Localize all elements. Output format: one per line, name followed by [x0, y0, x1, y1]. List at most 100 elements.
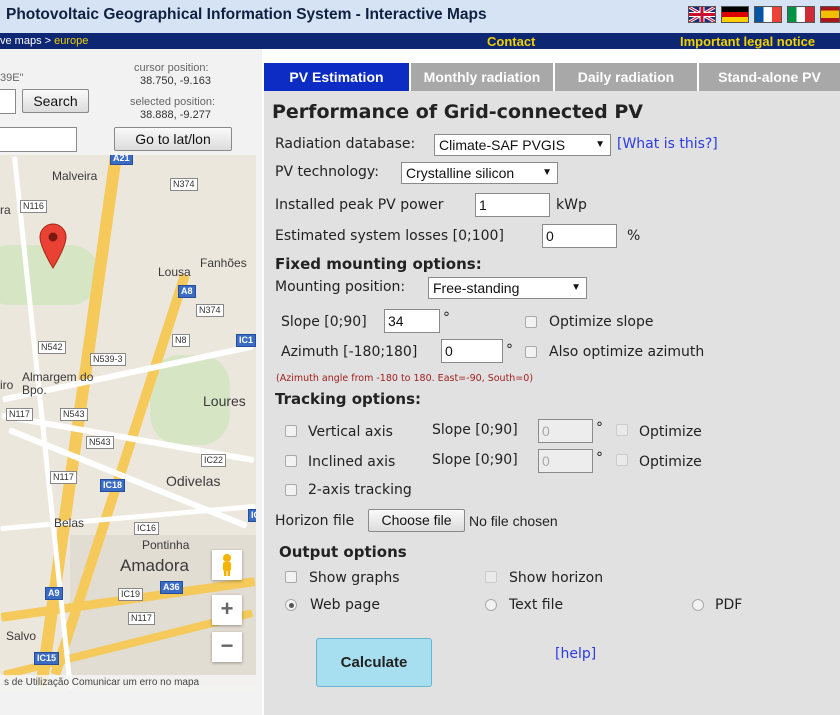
optimize-slope-checkbox[interactable]	[525, 316, 537, 328]
road-sign: N539-3	[90, 353, 126, 366]
cursor-position-value: 38.750, -9.163	[140, 75, 211, 87]
vertical-optimize-label: Optimize	[639, 424, 702, 440]
zoom-out-button[interactable]: −	[212, 632, 242, 662]
town-label: Malveira	[52, 169, 98, 183]
mounting-position-label: Mounting position:	[275, 279, 406, 295]
road-sign: N117	[128, 612, 155, 625]
pv-technology-value: Crystalline silicon	[406, 165, 515, 181]
road-sign: N117	[6, 408, 33, 421]
help-link[interactable]: [help]	[555, 646, 596, 662]
optimize-azimuth-label: Also optimize azimuth	[549, 344, 705, 360]
calculate-button[interactable]: Calculate	[316, 638, 432, 687]
legal-notice-link[interactable]: Important legal notice	[680, 34, 815, 49]
pegman-icon	[223, 554, 231, 576]
page-title: Photovoltaic Geographical Information Sy…	[6, 6, 487, 23]
azimuth-label: Azimuth [-180;180]	[281, 344, 418, 360]
contact-link[interactable]: Contact	[487, 34, 535, 49]
web-page-radio[interactable]	[285, 599, 297, 611]
slope-label: Slope [0;90]	[281, 314, 367, 330]
road-sign: N542	[38, 341, 66, 354]
road-sign: N543	[86, 436, 114, 449]
azimuth-degree-symbol: °	[506, 342, 513, 358]
go-to-lat-lon-button[interactable]: Go to lat/lon	[114, 127, 232, 151]
web-page-label: Web page	[310, 597, 380, 613]
azimuth-input[interactable]: 0	[441, 339, 503, 363]
fixed-mounting-heading: Fixed mounting options:	[275, 255, 482, 273]
two-axis-tracking-checkbox[interactable]	[285, 484, 297, 496]
map-footer[interactable]: s de Utilização Comunicar um erro no map…	[0, 675, 256, 691]
tab-stand-alone-pv[interactable]: Stand-alone PV	[699, 63, 840, 91]
town-label: Odivelas	[166, 473, 221, 489]
road-sign: IC15	[34, 652, 60, 665]
road-sign: A8	[178, 285, 196, 298]
show-graphs-checkbox[interactable]	[285, 571, 297, 583]
english-flag[interactable]	[688, 6, 716, 23]
tab-pv-estimation[interactable]: PV Estimation	[264, 63, 409, 91]
inclined-optimize-checkbox[interactable]	[616, 454, 628, 466]
text-file-radio[interactable]	[485, 599, 497, 611]
vertical-optimize-checkbox[interactable]	[616, 424, 628, 436]
pdf-radio[interactable]	[692, 599, 704, 611]
breadcrumb-prefix[interactable]: ve maps >	[0, 35, 54, 47]
radiation-database-select[interactable]: Climate-SAF PVGIS ▼	[434, 134, 611, 156]
town-label: Loures	[203, 393, 246, 409]
vertical-axis-checkbox[interactable]	[285, 425, 297, 437]
slope-degree-symbol: °	[443, 310, 450, 326]
location-marker-icon[interactable]	[39, 223, 67, 269]
town-label: Almargem do Bpo.	[22, 370, 94, 397]
town-label: ra	[0, 203, 11, 217]
show-horizon-label: Show horizon	[509, 570, 604, 586]
map-canvas[interactable]: Malveira Lousa Fanhões Almargem do Bpo. …	[0, 155, 256, 691]
german-flag[interactable]	[721, 6, 749, 23]
road-sign: IC19	[118, 588, 144, 601]
inclined-slope-input[interactable]: 0	[538, 449, 593, 473]
inclined-optimize-label: Optimize	[639, 454, 702, 470]
vertical-slope-input[interactable]: 0	[538, 419, 593, 443]
road-sign: IC18	[100, 479, 126, 492]
vertical-axis-label: Vertical axis	[308, 424, 393, 440]
pdf-label: PDF	[715, 597, 743, 613]
inclined-slope-label: Slope [0;90]	[432, 452, 518, 468]
italian-flag[interactable]	[787, 6, 815, 23]
choose-file-button[interactable]: Choose file	[368, 509, 465, 532]
pv-technology-label: PV technology:	[275, 164, 379, 180]
peak-power-input[interactable]: 1	[475, 193, 550, 217]
tab-monthly-radiation[interactable]: Monthly radiation	[411, 63, 553, 91]
what-is-this-link[interactable]: [What is this?]	[617, 136, 718, 152]
slope-input[interactable]: 34	[384, 309, 440, 333]
vertical-degree-symbol: °	[596, 420, 603, 436]
selected-position-label: selected position:	[130, 96, 215, 108]
breadcrumb-current[interactable]: europe	[54, 35, 88, 47]
dropdown-arrow-icon: ▼	[595, 139, 605, 150]
tab-daily-radiation[interactable]: Daily radiation	[555, 63, 697, 91]
town-label: Amadora	[120, 556, 189, 575]
inclined-axis-checkbox[interactable]	[285, 455, 297, 467]
search-button[interactable]: Search	[22, 89, 89, 113]
road-sign: N374	[196, 304, 224, 317]
road-sign: N543	[60, 408, 88, 421]
street-view-button[interactable]	[212, 550, 242, 580]
road-sign: N117	[50, 471, 77, 484]
zoom-in-button[interactable]: +	[212, 595, 242, 625]
spanish-flag[interactable]	[820, 6, 840, 23]
pv-technology-select[interactable]: Crystalline silicon ▼	[401, 162, 558, 184]
peak-power-label: Installed peak PV power	[275, 197, 444, 213]
road-sign: N8	[172, 334, 190, 347]
optimize-azimuth-checkbox[interactable]	[525, 346, 537, 358]
mounting-position-select[interactable]: Free-standing ▼	[428, 277, 587, 299]
french-flag[interactable]	[754, 6, 782, 23]
town-label: Belas	[54, 516, 85, 530]
search-input[interactable]	[0, 89, 16, 114]
cursor-position-label: cursor position:	[134, 62, 209, 74]
show-horizon-checkbox[interactable]	[485, 571, 497, 583]
road-sign: N374	[170, 178, 198, 191]
system-losses-input[interactable]: 0	[542, 224, 617, 248]
town-label: Pontinha	[142, 538, 190, 552]
tracking-options-heading: Tracking options:	[275, 390, 422, 408]
two-axis-tracking-label: 2-axis tracking	[308, 482, 412, 498]
road-sign: A36	[160, 581, 183, 594]
selected-position-value: 38.888, -9.277	[140, 109, 211, 121]
lat-lon-input[interactable]	[0, 127, 77, 152]
mounting-position-value: Free-standing	[433, 280, 520, 296]
radiation-database-value: Climate-SAF PVGIS	[439, 137, 566, 153]
